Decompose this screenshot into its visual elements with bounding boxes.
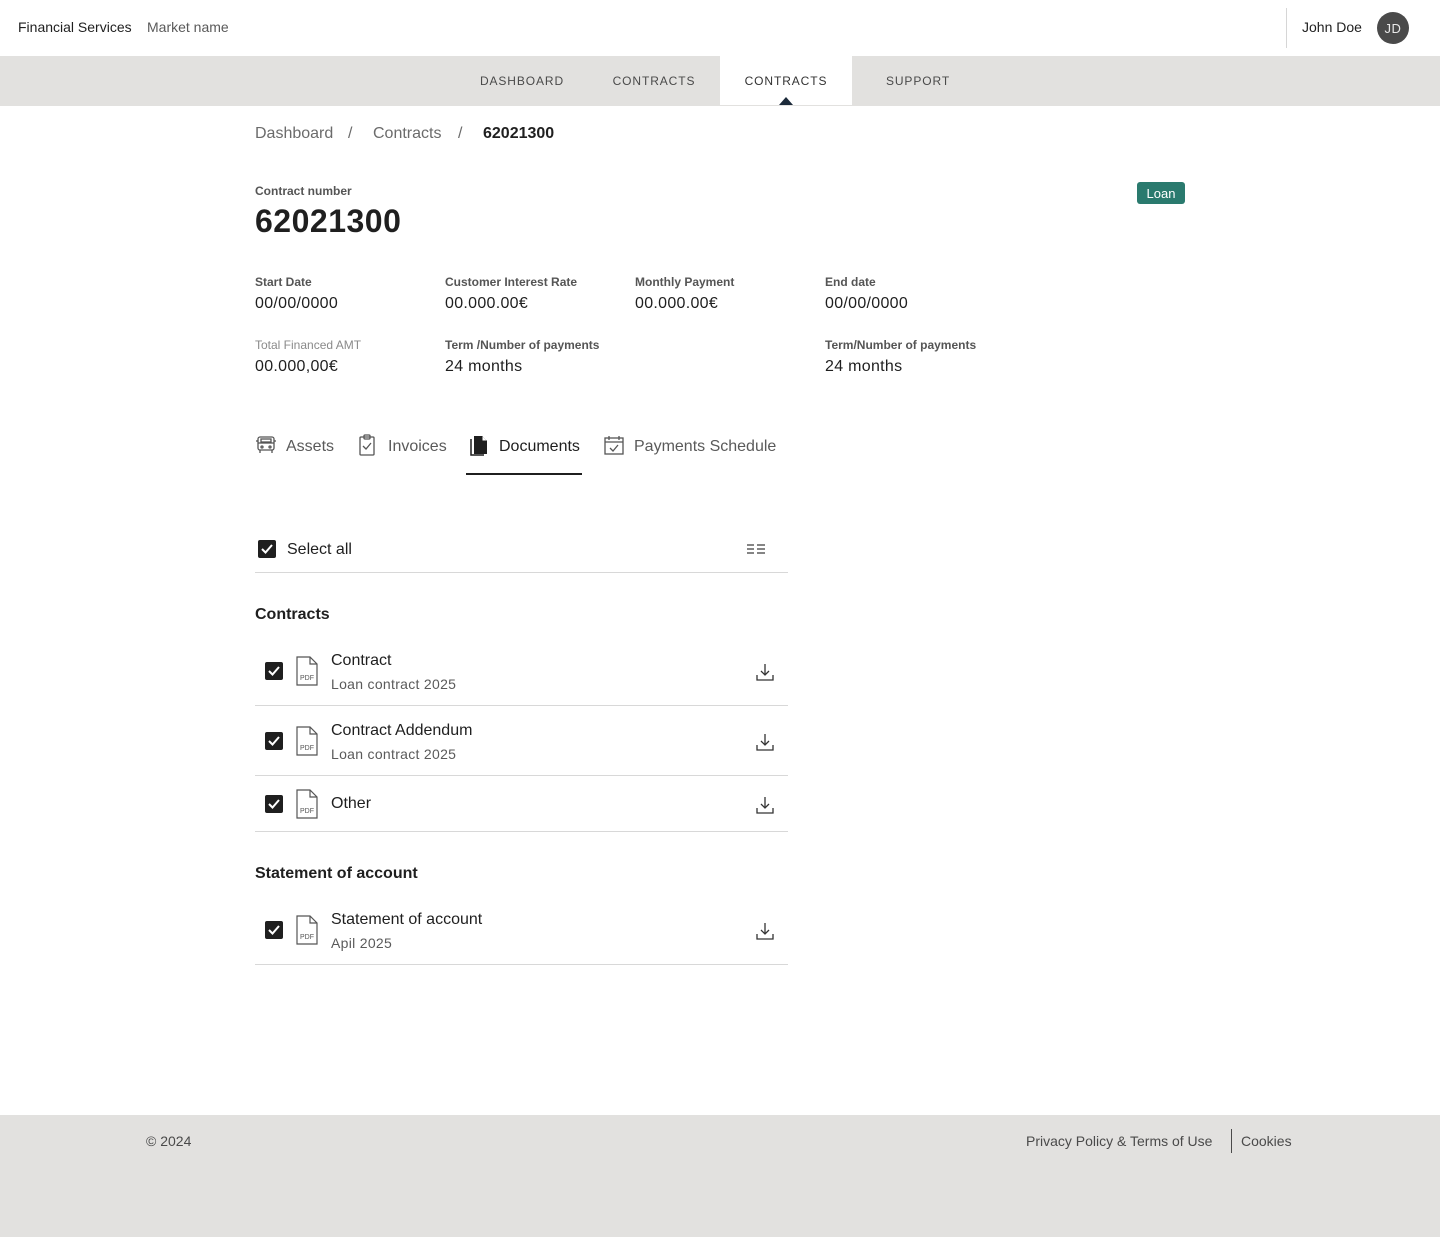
contract-number: 62021300 xyxy=(255,203,402,239)
svg-text:PDF: PDF xyxy=(300,808,314,815)
select-all-checkbox[interactable] xyxy=(258,540,276,558)
document-row: PDF Other xyxy=(255,776,788,832)
pdf-file-icon: PDF xyxy=(296,915,318,945)
tab-assets[interactable]: Assets xyxy=(255,433,334,475)
select-all-row: Select all xyxy=(255,528,788,573)
pdf-file-icon: PDF xyxy=(296,789,318,819)
check-icon xyxy=(268,736,280,746)
market-name: Market name xyxy=(147,19,229,35)
document-row: PDF Contract Loan contract 2025 xyxy=(255,636,788,706)
privacy-policy-link[interactable]: Privacy Policy & Terms of Use xyxy=(1026,1133,1212,1149)
footer-divider xyxy=(1231,1129,1232,1153)
document-checkbox[interactable] xyxy=(265,662,283,680)
header-divider xyxy=(1286,8,1287,48)
document-checkbox[interactable] xyxy=(265,795,283,813)
nav-item-dashboard[interactable]: DASHBOARD xyxy=(468,56,576,105)
interest-rate-value: 00.000.00€ xyxy=(445,295,529,312)
total-financed-label: Total Financed AMT xyxy=(255,338,362,352)
tab-payments-schedule[interactable]: Payments Schedule xyxy=(603,433,776,475)
footer: © 2024 Privacy Policy & Terms of Use Coo… xyxy=(0,1115,1440,1237)
nav-item-contracts-active[interactable]: CONTRACTS xyxy=(720,56,852,105)
check-icon xyxy=(268,925,280,935)
status-badge: Loan xyxy=(1137,182,1185,204)
document-title[interactable]: Contract Addendum xyxy=(331,722,472,740)
tab-label: Documents xyxy=(499,438,580,455)
calendar-check-icon xyxy=(604,436,624,455)
section-title-statement: Statement of account xyxy=(255,865,418,882)
cookies-link[interactable]: Cookies xyxy=(1241,1133,1292,1149)
document-checkbox[interactable] xyxy=(265,732,283,750)
monthly-payment-value: 00.000.00€ xyxy=(635,295,719,312)
document-row: PDF Statement of account Apil 2025 xyxy=(255,895,788,965)
svg-text:PDF: PDF xyxy=(300,934,314,941)
section-title-contracts: Contracts xyxy=(255,606,330,623)
document-subtitle: Apil 2025 xyxy=(331,935,393,951)
download-icon[interactable] xyxy=(755,662,775,682)
term-payments-value: 24 months xyxy=(825,358,903,375)
document-row: PDF Contract Addendum Loan contract 2025 xyxy=(255,706,788,776)
document-title[interactable]: Contract xyxy=(331,652,391,670)
check-icon xyxy=(268,799,280,809)
copyright: © 2024 xyxy=(146,1133,192,1149)
pdf-file-icon: PDF xyxy=(296,656,318,686)
document-subtitle: Loan contract 2025 xyxy=(331,746,457,762)
avatar[interactable]: JD xyxy=(1377,12,1409,44)
document-subtitle: Loan contract 2025 xyxy=(331,676,457,692)
end-date-label: End date xyxy=(825,275,876,289)
document-title[interactable]: Statement of account xyxy=(331,911,482,929)
breadcrumb-separator: / xyxy=(348,125,353,142)
breadcrumb-dashboard[interactable]: Dashboard xyxy=(255,125,333,143)
start-date-label: Start Date xyxy=(255,275,312,289)
top-header: Financial Services Market name John Doe … xyxy=(0,0,1440,56)
monthly-payment-label: Monthly Payment xyxy=(635,275,735,289)
total-financed-value: 00.000,00€ xyxy=(255,358,339,375)
clipboard-check-icon xyxy=(359,434,375,456)
contract-number-label: Contract number xyxy=(255,184,352,198)
nav-item-label: CONTRACTS xyxy=(744,73,828,88)
term-label: Term /Number of payments xyxy=(445,338,600,352)
nav-item-support[interactable]: SUPPORT xyxy=(868,56,968,105)
truck-icon xyxy=(256,436,276,453)
pdf-file-icon: PDF xyxy=(296,726,318,756)
brand-name[interactable]: Financial Services xyxy=(18,19,132,35)
active-tab-indicator xyxy=(466,473,582,475)
tab-label: Payments Schedule xyxy=(634,438,777,455)
download-icon[interactable] xyxy=(755,921,775,941)
tab-label: Assets xyxy=(286,438,335,455)
user-name[interactable]: John Doe xyxy=(1302,19,1362,35)
check-icon xyxy=(268,666,280,676)
main-nav: DASHBOARD CONTRACTS CONTRACTS SUPPORT xyxy=(0,56,1440,106)
tab-documents[interactable]: Documents xyxy=(468,433,580,475)
download-icon[interactable] xyxy=(755,795,775,815)
document-title[interactable]: Other xyxy=(331,795,371,813)
term-value: 24 months xyxy=(445,358,523,375)
end-date-value: 00/00/0000 xyxy=(825,295,909,312)
term-payments-label: Term/Number of payments xyxy=(825,338,977,352)
breadcrumb-separator: / xyxy=(458,125,463,142)
check-icon xyxy=(261,544,273,554)
svg-text:PDF: PDF xyxy=(300,745,314,752)
download-icon[interactable] xyxy=(755,732,775,752)
start-date-value: 00/00/0000 xyxy=(255,295,339,312)
tab-invoices[interactable]: Invoices xyxy=(357,433,447,475)
tab-label: Invoices xyxy=(388,438,447,455)
documents-icon xyxy=(470,436,487,456)
select-all-label[interactable]: Select all xyxy=(287,541,352,559)
nav-item-contracts[interactable]: CONTRACTS xyxy=(600,56,708,105)
breadcrumb-current: 62021300 xyxy=(483,125,555,142)
active-caret-icon xyxy=(779,97,793,105)
interest-rate-label: Customer Interest Rate xyxy=(445,275,578,289)
document-checkbox[interactable] xyxy=(265,921,283,939)
list-view-icon[interactable] xyxy=(745,541,767,557)
svg-text:PDF: PDF xyxy=(300,675,314,682)
breadcrumb-contracts[interactable]: Contracts xyxy=(373,125,441,143)
